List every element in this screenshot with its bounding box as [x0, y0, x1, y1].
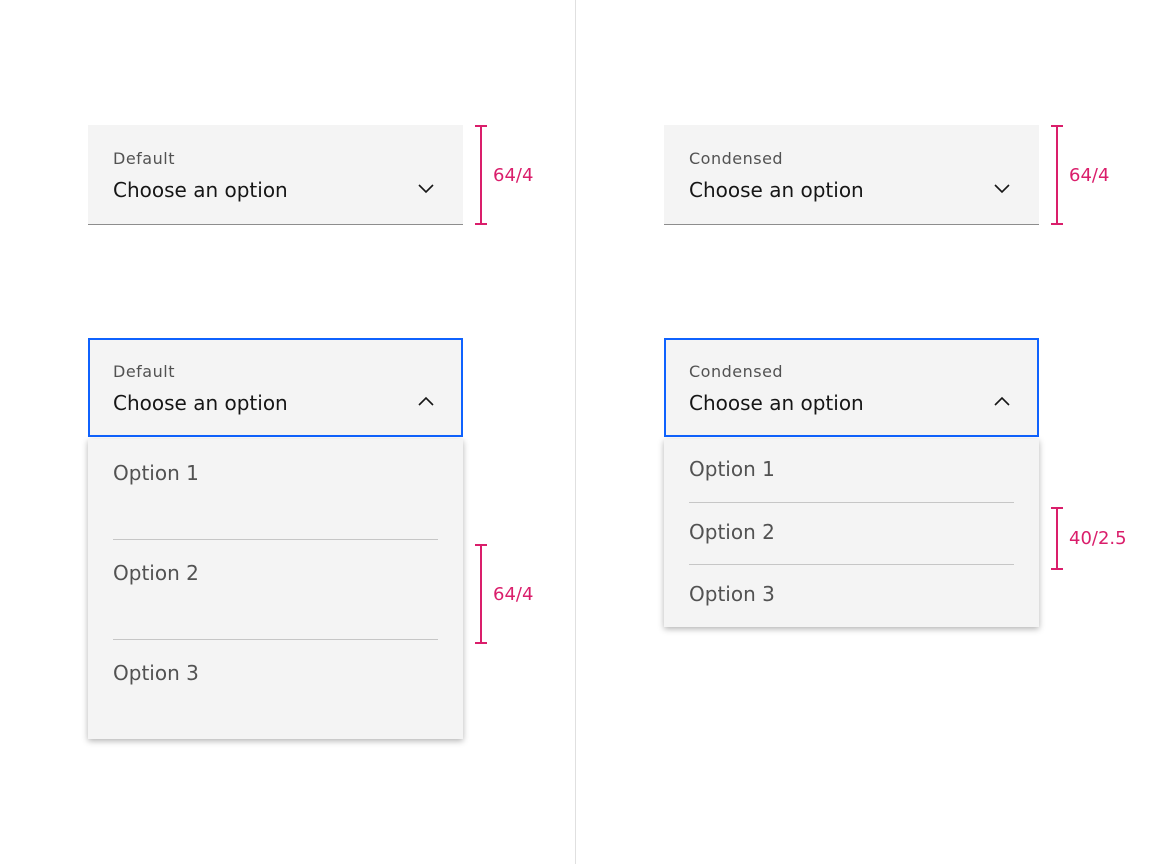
dropdown-label: Default [113, 362, 175, 381]
option-divider [689, 564, 1014, 565]
dropdown-value: Choose an option [689, 178, 864, 202]
height-measure-closed-condensed [1051, 125, 1063, 225]
height-measure-item-condensed [1051, 507, 1063, 570]
option-label: Option 3 [113, 661, 199, 685]
option-label: Option 1 [113, 461, 199, 485]
dropdown-condensed-closed[interactable]: Condensed Choose an option [664, 125, 1039, 225]
chevron-down-icon[interactable] [417, 182, 435, 194]
measure-label: 64/4 [1069, 165, 1110, 186]
option-divider [689, 501, 1014, 503]
dropdown-label: Default [113, 149, 175, 168]
menu-option[interactable]: Option 3 [664, 564, 1039, 627]
dropdown-condensed-open[interactable]: Condensed Choose an option [664, 338, 1039, 437]
option-divider [113, 639, 438, 640]
dropdown-menu-condensed: Option 1 Option 2 Option 3 [664, 439, 1039, 627]
option-label: Option 2 [113, 561, 199, 585]
menu-option[interactable]: Option 2 [664, 501, 1039, 565]
dropdown-value: Choose an option [113, 391, 288, 415]
measure-label: 64/4 [493, 165, 534, 186]
option-divider [113, 539, 438, 540]
height-measure-closed-default [475, 125, 487, 225]
menu-option[interactable]: Option 1 [88, 439, 463, 539]
dropdown-value: Choose an option [113, 178, 288, 202]
dropdown-default-closed[interactable]: Default Choose an option [88, 125, 463, 225]
option-label: Option 3 [689, 582, 775, 606]
menu-option[interactable]: Option 1 [664, 439, 1039, 502]
chevron-up-icon[interactable] [417, 395, 435, 407]
chevron-up-icon[interactable] [993, 395, 1011, 407]
menu-option[interactable]: Option 3 [88, 639, 463, 739]
option-label: Option 2 [689, 519, 775, 544]
measure-label: 40/2.5 [1069, 528, 1127, 549]
dropdown-label: Condensed [689, 362, 784, 381]
dropdown-value: Choose an option [689, 391, 864, 415]
dropdown-default-open[interactable]: Default Choose an option [88, 338, 463, 437]
column-divider [575, 0, 576, 864]
measure-label: 64/4 [493, 584, 534, 605]
chevron-down-icon[interactable] [993, 182, 1011, 194]
height-measure-item-default [475, 544, 487, 644]
dropdown-label: Condensed [689, 149, 784, 168]
dropdown-menu-default: Option 1 Option 2 Option 3 [88, 439, 463, 739]
menu-option[interactable]: Option 2 [88, 539, 463, 639]
option-label: Option 1 [689, 457, 775, 481]
